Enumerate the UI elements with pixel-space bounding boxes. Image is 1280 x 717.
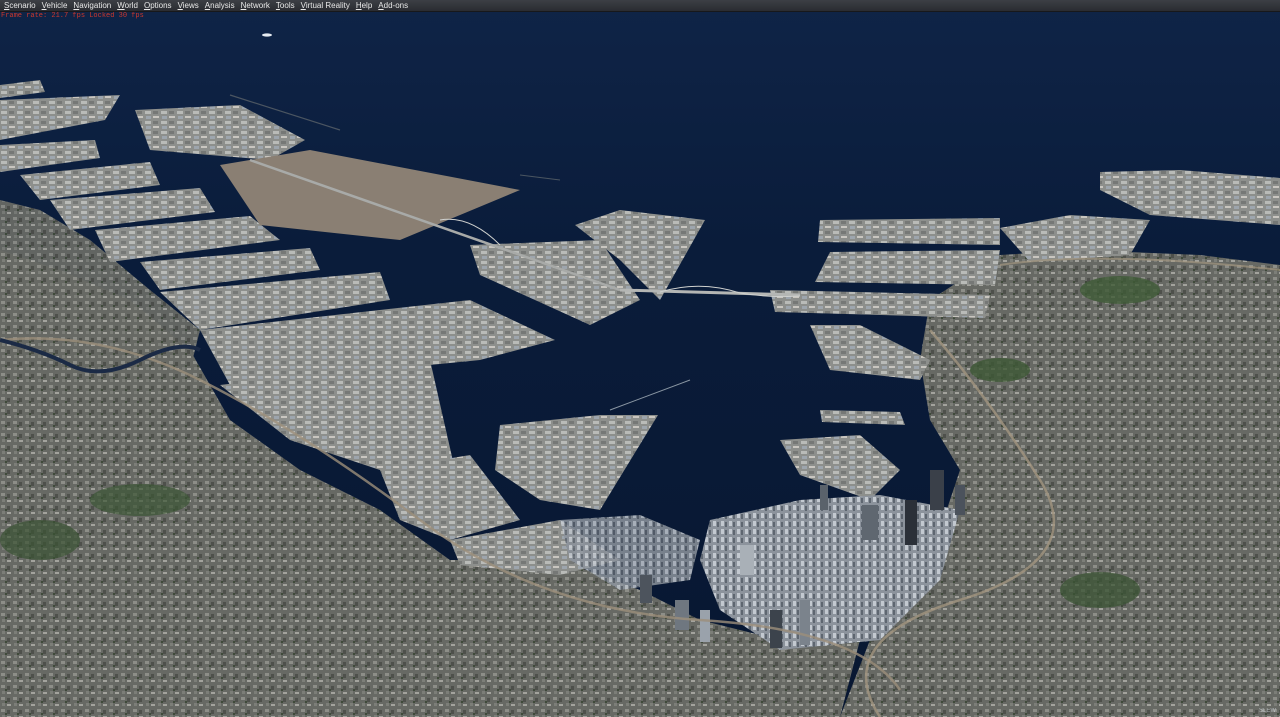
menu-network[interactable]: Network [240, 0, 275, 12]
tower [675, 600, 689, 630]
boat [262, 33, 272, 37]
slew-status: SLEW [1258, 708, 1276, 714]
tower [820, 485, 828, 510]
scenery-viewport[interactable] [0, 0, 1280, 717]
tower [640, 575, 652, 603]
menu-scenario[interactable]: Scenario [3, 0, 41, 12]
tower [955, 485, 965, 515]
tower [930, 470, 944, 510]
tower [700, 610, 710, 642]
park-area [1080, 276, 1160, 304]
framerate-readout: Frame rate: 21.7 fps Locked 30 fps [1, 12, 144, 20]
park-area [0, 520, 80, 560]
simulator-window: Scenario Vehicle Navigation World Option… [0, 0, 1280, 717]
port-island [818, 218, 1000, 245]
tower [740, 545, 754, 575]
menu-options[interactable]: Options [143, 0, 177, 12]
menu-help[interactable]: Help [355, 0, 377, 12]
park-area [970, 358, 1030, 382]
park-area [1060, 572, 1140, 608]
menu-navigation[interactable]: Navigation [72, 0, 116, 12]
tower [905, 500, 917, 545]
park-area [90, 484, 190, 516]
menu-bar: Scenario Vehicle Navigation World Option… [0, 0, 1280, 12]
tower [800, 600, 810, 645]
tower [862, 505, 878, 540]
menu-virtual-reality[interactable]: Virtual Reality [300, 0, 355, 12]
menu-add-ons[interactable]: Add-ons [377, 0, 413, 12]
menu-world[interactable]: World [116, 0, 143, 12]
menu-analysis[interactable]: Analysis [204, 0, 240, 12]
menu-tools[interactable]: Tools [275, 0, 300, 12]
port-island [815, 250, 1000, 285]
menu-vehicle[interactable]: Vehicle [41, 0, 73, 12]
menu-views[interactable]: Views [177, 0, 204, 12]
